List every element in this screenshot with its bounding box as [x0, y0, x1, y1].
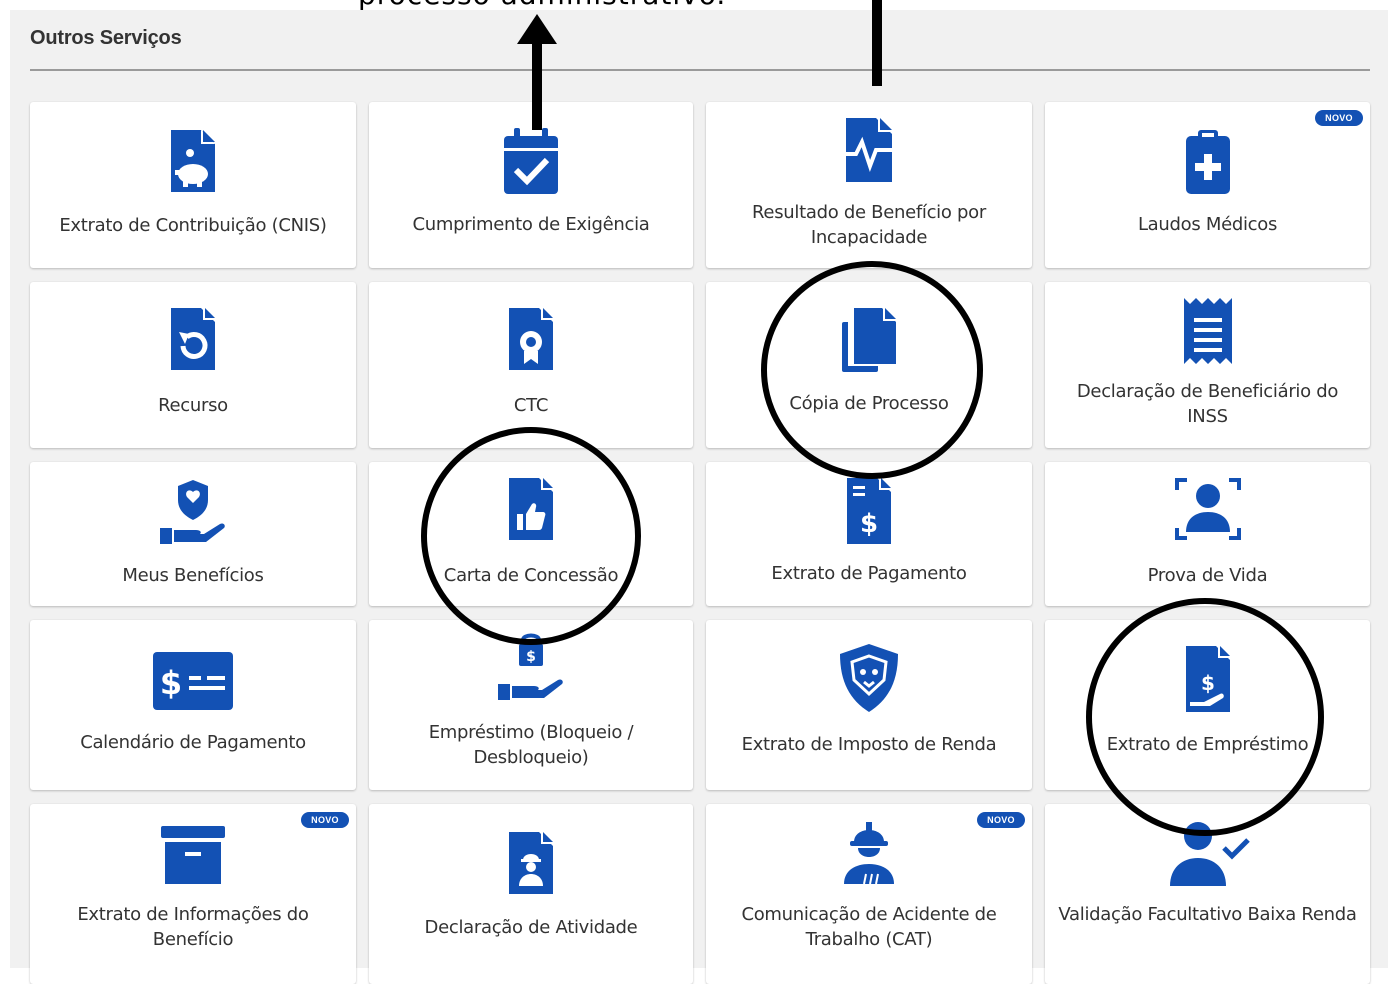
copy-documents-icon [842, 308, 896, 372]
document-undo-icon [171, 308, 215, 370]
service-card-extrato-informacoes[interactable]: NOVO Extrato de Informações do Benefício [30, 804, 356, 984]
svg-text:$: $ [860, 509, 878, 539]
service-card-ctc[interactable]: CTC [369, 282, 693, 448]
service-label: Cumprimento de Exigência [412, 214, 650, 235]
service-label: Empréstimo (Bloqueio / Desbloqueio) [428, 722, 634, 768]
service-card-recurso[interactable]: Recurso [30, 282, 356, 448]
annotation-caption: processo administrativo. [358, 0, 726, 11]
archive-box-icon [161, 826, 225, 884]
construction-worker-icon [844, 822, 894, 885]
service-card-extrato-contribuicao[interactable]: Extrato de Contribuição (CNIS) [30, 102, 356, 268]
service-card-declaracao-beneficiario[interactable]: Declaração de Beneficiário do INSS [1045, 282, 1370, 448]
svg-text:$: $ [1201, 671, 1215, 695]
service-card-extrato-emprestimo[interactable]: $ Extrato de Empréstimo [1045, 620, 1370, 790]
service-card-carta-concessao[interactable]: Carta de Concessão [369, 462, 693, 606]
document-certificate-icon [509, 308, 553, 370]
service-label: Meus Benefícios [122, 565, 264, 586]
receipt-icon [1183, 298, 1232, 364]
face-scan-icon [1174, 478, 1241, 540]
service-label: Extrato de Contribuição (CNIS) [59, 215, 327, 236]
piggy-bank-document-icon [171, 130, 215, 192]
document-hand-dollar-icon: $ [1185, 646, 1230, 712]
service-card-resultado-beneficio[interactable]: Resultado de Benefício por Incapacidade [706, 102, 1032, 268]
service-label: CTC [513, 395, 549, 416]
service-label: Recurso [158, 395, 228, 416]
service-card-meus-beneficios[interactable]: Meus Benefícios [30, 462, 356, 606]
service-card-calendario-pagamento[interactable]: $ Calendário de Pagamento [30, 620, 356, 790]
new-badge: NOVO [977, 812, 1025, 828]
service-card-copia-processo[interactable]: Cópia de Processo [706, 282, 1032, 448]
document-thumbs-up-icon [509, 478, 553, 540]
svg-text:$: $ [526, 649, 536, 665]
service-label: Extrato de Pagamento [771, 563, 967, 584]
service-card-validacao-facultativo[interactable]: Validação Facultativo Baixa Renda [1045, 804, 1370, 984]
service-label: Laudos Médicos [1137, 214, 1278, 235]
service-card-extrato-imposto-renda[interactable]: Extrato de Imposto de Renda [706, 620, 1032, 790]
money-card-icon: $ [153, 652, 233, 710]
service-card-prova-vida[interactable]: Prova de Vida [1045, 462, 1370, 606]
service-card-declaracao-atividade[interactable]: Declaração de Atividade [369, 804, 693, 984]
service-label: Comunicação de Acidente de Trabalho (CAT… [741, 904, 997, 950]
hand-shield-icon [160, 480, 225, 544]
user-check-icon [1169, 822, 1250, 886]
service-label: Declaração de Beneficiário do INSS [1076, 381, 1339, 427]
hand-lock-icon: $ [498, 633, 563, 700]
document-pulse-icon [840, 118, 898, 182]
service-label: Declaração de Atividade [424, 917, 638, 938]
service-label: Extrato de Informações do Benefício [77, 904, 309, 950]
new-badge: NOVO [301, 812, 349, 828]
svg-text:$: $ [160, 664, 182, 702]
medical-clipboard-icon [1185, 130, 1230, 194]
lion-shield-icon [840, 644, 898, 712]
document-dollar-icon: $ [847, 478, 891, 544]
service-label: Resultado de Benefício por Incapacidade [752, 202, 986, 248]
service-card-comunicacao-acidente[interactable]: NOVO Comunicação de Acidente de Trabalho… [706, 804, 1032, 984]
service-label: Calendário de Pagamento [80, 732, 306, 753]
new-badge: NOVO [1315, 110, 1363, 126]
document-worker-icon [509, 832, 553, 894]
service-label: Extrato de Imposto de Renda [741, 734, 997, 755]
service-card-extrato-pagamento[interactable]: $ Extrato de Pagamento [706, 462, 1032, 606]
section-divider [30, 69, 1370, 71]
service-label: Extrato de Empréstimo [1106, 734, 1309, 755]
section-title: Outros Serviços [30, 27, 182, 49]
service-label: Validação Facultativo Baixa Renda [1058, 904, 1357, 925]
service-label: Carta de Concessão [443, 565, 619, 586]
service-label: Cópia de Processo [789, 393, 949, 414]
service-card-cumprimento-exigencia[interactable]: Cumprimento de Exigência [369, 102, 693, 268]
service-card-laudos-medicos[interactable]: NOVO Laudos Médicos [1045, 102, 1370, 268]
calendar-check-icon [504, 128, 558, 194]
service-card-emprestimo-bloqueio[interactable]: $ Empréstimo (Bloqueio / Desbloqueio) [369, 620, 693, 790]
service-label: Prova de Vida [1147, 565, 1268, 586]
